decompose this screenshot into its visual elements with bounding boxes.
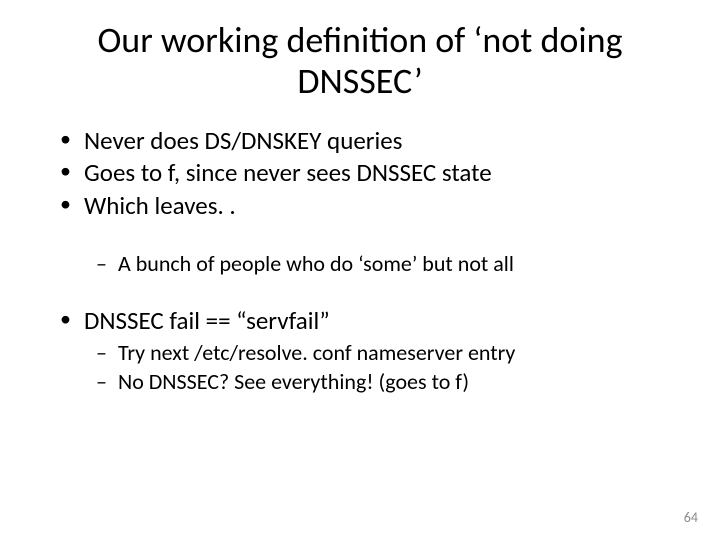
- page-number: 64: [684, 509, 698, 526]
- sub-bullet-list: Try next /etc/resolve. conf nameserver e…: [96, 339, 680, 396]
- sub-bullet-item: A bunch of people who do ‘some’ but not …: [96, 250, 680, 279]
- slide-title: Our working definition of ‘not doing DNS…: [70, 20, 650, 103]
- bullet-list: Never does DS/DNSKEY queries Goes to f, …: [60, 125, 680, 223]
- bullet-item: Never does DS/DNSKEY queries: [60, 125, 680, 158]
- bullet-item: DNSSEC fail == “servfail”: [60, 305, 680, 338]
- bullet-item: Goes to f, since never sees DNSSEC state: [60, 157, 680, 190]
- sub-bullet-list: A bunch of people who do ‘some’ but not …: [96, 250, 680, 279]
- sub-bullet-item: No DNSSEC? See everything! (goes to f): [96, 368, 680, 397]
- spacer: [40, 222, 680, 250]
- slide: Our working definition of ‘not doing DNS…: [0, 0, 720, 540]
- sub-bullet-item: Try next /etc/resolve. conf nameserver e…: [96, 339, 680, 368]
- bullet-item: Which leaves. .: [60, 190, 680, 223]
- spacer: [40, 279, 680, 305]
- bullet-list: DNSSEC fail == “servfail”: [60, 305, 680, 338]
